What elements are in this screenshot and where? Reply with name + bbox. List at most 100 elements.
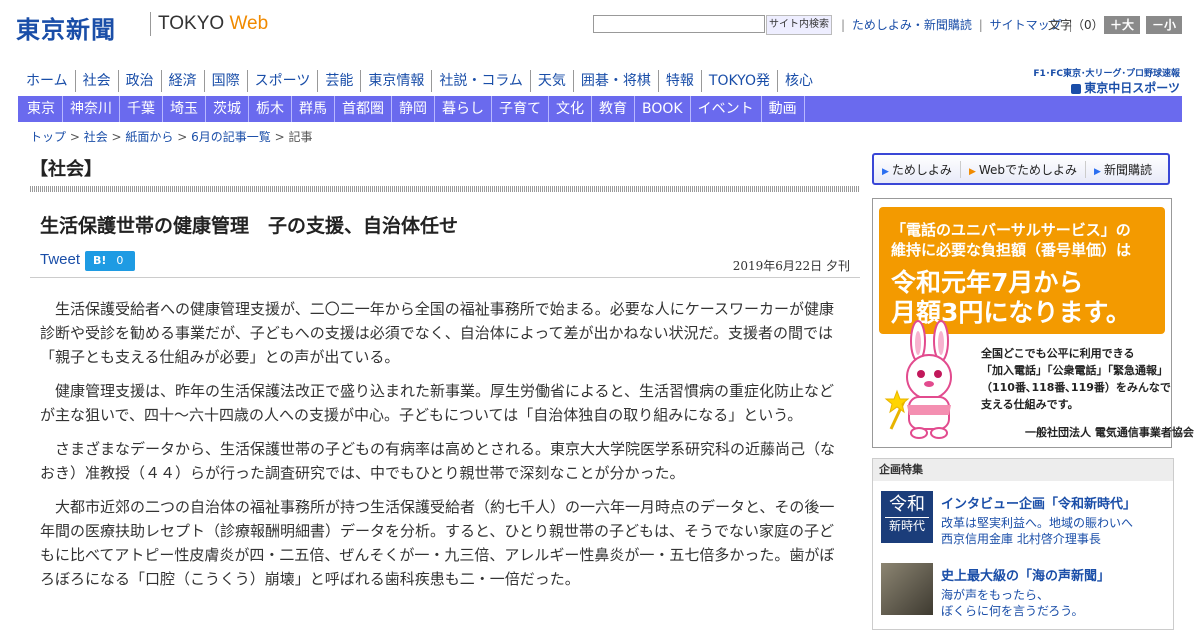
feature-desc-line: 海が声をもったら、 (941, 588, 1050, 602)
article-body: 生活保護受給者への健康管理支援が、二〇二一年から全国の福祉事務所で始まる。必要な… (40, 297, 844, 601)
nav2-kurashi[interactable]: 暮らし (435, 96, 492, 122)
font-smaller-button[interactable]: －小 (1146, 16, 1182, 34)
nav2-event[interactable]: イベント (691, 96, 762, 122)
chunichi-logo: 東京中日スポーツ (1024, 79, 1180, 96)
nav-politics[interactable]: 政治 (119, 70, 162, 92)
feature-description: 改革は堅実利益へ。地域の賑わいへ 西京信用金庫 北村啓介理事長 (941, 515, 1133, 547)
hatena-bookmark-button[interactable]: B! 0 (85, 251, 135, 271)
feature-desc-line: 西京信用金庫 北村啓介理事長 (941, 532, 1101, 546)
breadcrumb-june-list[interactable]: 6月の記事一覧 (191, 130, 271, 144)
breadcrumb-society[interactable]: 社会 (84, 130, 108, 144)
feature-description: 海が声をもったら、 ぼくらに何を言うだろう。 (941, 587, 1084, 619)
nav-go-shogi[interactable]: 囲碁・将棋 (574, 70, 659, 92)
ad-line-1: 「電話のユニバーサルサービス」の (891, 221, 1131, 239)
nav-world[interactable]: 国際 (205, 70, 248, 92)
nav2-shizuoka[interactable]: 静岡 (392, 96, 435, 122)
chunichi-logo-icon (1071, 83, 1082, 94)
nav-weather[interactable]: 天気 (531, 70, 574, 92)
nav-kakushin[interactable]: 核心 (778, 70, 820, 92)
nav2-tokyo[interactable]: 東京 (18, 96, 63, 122)
search-button[interactable]: サイト内検索 (766, 15, 832, 35)
nav-sports[interactable]: スポーツ (248, 70, 319, 92)
nav-entertainment[interactable]: 芸能 (318, 70, 362, 92)
feature-title: インタビュー企画「令和新時代」 (941, 497, 1137, 512)
ad-text-line: 全国どこでも公平に利用できる (981, 347, 1135, 360)
article-paragraph: 健康管理支援は、昨年の生活保護法改正で盛り込まれた新事業。厚生労働省によると、生… (40, 382, 834, 424)
nav-tokuho[interactable]: 特報 (659, 70, 702, 92)
logo-tokyo-text: TOKYO (158, 13, 225, 34)
reiwa-thumb-subtext: 新時代 (885, 517, 929, 534)
logo-divider (150, 12, 151, 36)
hatena-bookmark-count: 0 (116, 254, 124, 267)
ad-body-text: 全国どこでも公平に利用できる 「加入電話」「公衆電話」「緊急通報」 （110番､… (981, 345, 1171, 413)
nav2-book[interactable]: BOOK (635, 96, 691, 122)
chunichi-logo-text: 東京中日スポーツ (1084, 81, 1180, 95)
reiwa-thumb-text: 令和 (889, 494, 925, 515)
breadcrumb-from-paper[interactable]: 紙面から (125, 130, 173, 144)
nav-society[interactable]: 社会 (76, 70, 119, 92)
article-title: 生活保護世帯の健康管理 子の支援、自治体任せ (40, 215, 459, 237)
font-larger-button[interactable]: ＋大 (1104, 16, 1140, 34)
nav2-gunma[interactable]: 群馬 (292, 96, 335, 122)
subscribe-label: 新聞購読 (1103, 162, 1152, 177)
ad-headline-panel: 「電話のユニバーサルサービス」の 維持に必要な負担額（番号単価）は 令和元年7月… (879, 207, 1165, 334)
nav2-shutoken[interactable]: 首都圏 (335, 96, 392, 122)
header-links: | ためしよみ・新聞購読 | サイトマップ | (838, 16, 1075, 33)
web-trial-read-label: Webでためしよみ (978, 162, 1078, 177)
secondary-nav: 東京 神奈川 千葉 埼玉 茨城 栃木 群馬 首都圏 静岡 暮らし 子育て 文化 … (18, 96, 1182, 122)
category-heading: 【社会】 (30, 159, 102, 180)
breadcrumb-top[interactable]: トップ (30, 130, 66, 144)
subscribe-link[interactable]: ▶ 新聞購読 (1086, 161, 1160, 178)
ad-line-2: 維持に必要な負担額（番号単価）は (891, 241, 1132, 259)
nav2-chiba[interactable]: 千葉 (120, 96, 163, 122)
triangle-right-icon: ▶ (968, 166, 976, 177)
advertisement-banner[interactable]: 「電話のユニバーサルサービス」の 維持に必要な負担額（番号単価）は 令和元年7月… (872, 198, 1194, 448)
nav-economy[interactable]: 経済 (162, 70, 205, 92)
logo-tokyo-shimbun[interactable]: 東京新聞 (16, 10, 116, 45)
nav-tokyo-hatsu[interactable]: TOKYO発 (702, 70, 778, 92)
tweet-button[interactable]: Tweet (40, 251, 80, 268)
web-trial-read-link[interactable]: ▶ Webでためしよみ (961, 160, 1087, 178)
breadcrumb-sep: > (66, 130, 84, 144)
feature-item-sea-voice[interactable]: 史上最大級の「海の声新聞」 海が声をもったら、 ぼくらに何を言うだろう。 (881, 563, 1171, 619)
nav2-tochigi[interactable]: 栃木 (249, 96, 292, 122)
ad-text-line: 「加入電話」「公衆電話」「緊急通報」 (981, 364, 1168, 377)
feature-desc-line: ぼくらに何を言うだろう。 (941, 604, 1084, 618)
nav2-kanagawa[interactable]: 神奈川 (63, 96, 120, 122)
font-size-label: 文字（0） (1048, 18, 1104, 32)
rabbit-mascot-icon (884, 320, 952, 439)
sea-voice-thumbnail (881, 563, 933, 615)
chunichi-tagline: F1･FC東京･大リーグ･プロ野球速報 (1033, 69, 1180, 79)
site-header: 東京新聞 TOKYO Web サイト内検索 | ためしよみ・新聞購読 | サイト… (0, 0, 1200, 60)
nav2-kosodate[interactable]: 子育て (492, 96, 549, 122)
nav-editorial-column[interactable]: 社説・コラム (432, 70, 531, 92)
nav2-saitama[interactable]: 埼玉 (163, 96, 206, 122)
reiwa-thumbnail: 令和 新時代 (881, 491, 933, 543)
primary-nav: ホーム 社会 政治 経済 国際 スポーツ 芸能 東京情報 社説・コラム 天気 囲… (18, 70, 820, 92)
chunichi-sports-banner[interactable]: F1･FC東京･大リーグ･プロ野球速報 東京中日スポーツ (1024, 66, 1180, 96)
nav-home[interactable]: ホーム (18, 70, 76, 92)
feature-item-reiwa[interactable]: 令和 新時代 インタビュー企画「令和新時代」 改革は堅実利益へ。地域の賑わいへ … (881, 491, 1171, 547)
nav2-education[interactable]: 教育 (592, 96, 635, 122)
logo-web-text: Web (229, 13, 269, 34)
feature-heading: 企画特集 (873, 459, 1173, 481)
article-paragraph: 大都市近郊の二つの自治体の福祉事務所が持つ生活保護受給者（約七千人）の一六年一月… (40, 498, 835, 588)
trial-read-link[interactable]: ▶ ためしよみ (874, 160, 961, 178)
breadcrumb-current: 記事 (288, 130, 313, 144)
breadcrumb-sep: > (270, 130, 289, 144)
breadcrumb-sep: > (173, 130, 192, 144)
nav2-culture[interactable]: 文化 (549, 96, 592, 122)
link-trial-subscribe[interactable]: ためしよみ・新聞購読 (852, 18, 972, 32)
article-paragraph: 生活保護受給者への健康管理支援が、二〇二一年から全国の福祉事務所で始まる。必要な… (40, 300, 834, 366)
nav2-ibaraki[interactable]: 茨城 (206, 96, 249, 122)
article-paragraph: さまざまなデータから、生活保護世帯の子どもの有病率は高めとされる。東京大大学院医… (40, 440, 836, 482)
nav2-video[interactable]: 動画 (762, 96, 805, 122)
feature-title: 史上最大級の「海の声新聞」 (941, 569, 1111, 584)
nav-tokyo-info[interactable]: 東京情報 (361, 70, 433, 92)
subscription-bar: ▶ ためしよみ ▶ Webでためしよみ ▶ 新聞購読 (872, 153, 1170, 185)
link-separator: | (841, 18, 846, 32)
date-divider (30, 277, 860, 278)
logo-tokyo-web[interactable]: TOKYO Web (158, 13, 268, 35)
triangle-right-icon: ▶ (882, 166, 889, 177)
search-input[interactable] (593, 15, 765, 33)
